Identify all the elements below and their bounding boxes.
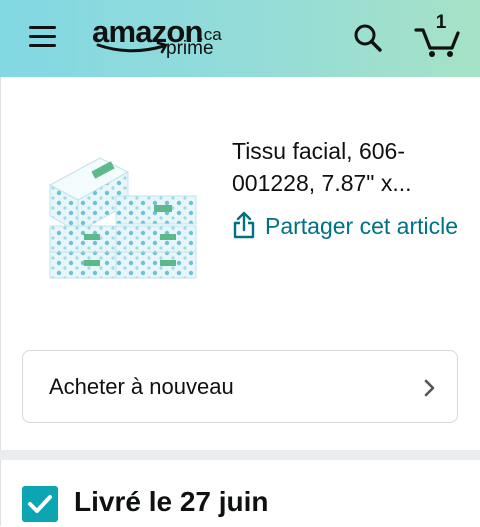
product-title[interactable]: Tissu facial, 606-001228, 7.87" x... — [232, 135, 462, 199]
section-divider — [0, 450, 480, 460]
buy-again-button[interactable]: Acheter à nouveau — [22, 350, 458, 423]
logo-prime: prime — [166, 38, 214, 59]
share-link[interactable]: Partager cet article — [232, 209, 462, 243]
checkmark-icon — [22, 486, 58, 522]
cart-icon — [414, 28, 460, 57]
menu-icon[interactable] — [26, 24, 58, 50]
top-nav-bar: amazon .ca prime 1 — [0, 0, 480, 77]
buy-again-label: Acheter à nouveau — [49, 374, 234, 399]
search-icon[interactable] — [352, 22, 384, 54]
amazon-prime-logo[interactable]: amazon .ca prime — [92, 8, 227, 66]
share-label: Partager cet article — [265, 213, 459, 239]
share-icon — [233, 211, 255, 239]
product-image[interactable] — [44, 140, 200, 280]
cart-button[interactable]: 1 — [414, 12, 464, 58]
delivery-status-label: Livré le 27 juin — [74, 486, 269, 517]
delivery-status: Livré le 27 juin — [22, 486, 462, 526]
chevron-right-icon — [424, 379, 435, 397]
smile-arrow-icon — [96, 42, 168, 54]
